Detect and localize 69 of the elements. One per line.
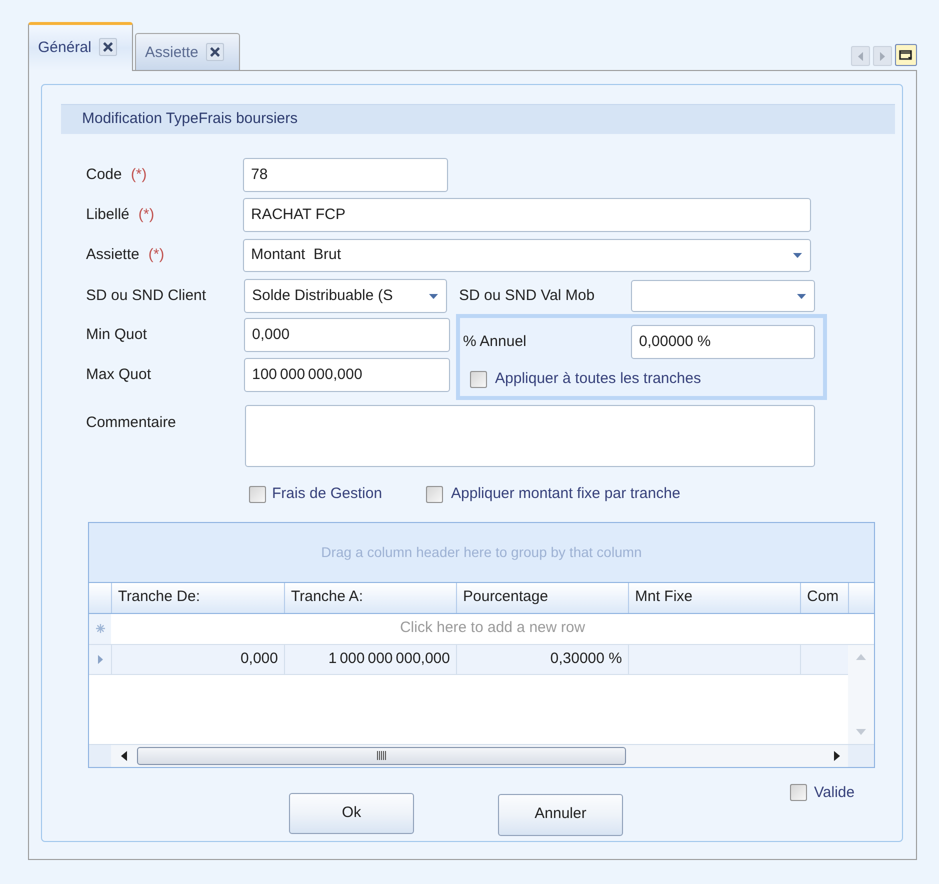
- asterisk-icon: [96, 624, 104, 633]
- close-icon: [103, 42, 114, 52]
- required-mark: (*): [138, 204, 154, 225]
- field-label: SD ou SND Client: [86, 286, 206, 306]
- checkbox[interactable]: [470, 370, 487, 388]
- caret-right-icon: [834, 750, 840, 760]
- input-field[interactable]: 0,000: [244, 318, 450, 352]
- dropdown[interactable]: [631, 280, 815, 312]
- caret-down-icon: [856, 728, 866, 734]
- input-field[interactable]: 78: [243, 158, 448, 192]
- group-hint: Drag a column header here to group by that column: [321, 542, 642, 562]
- required-mark: (*): [148, 245, 164, 266]
- close-button[interactable]: [206, 43, 224, 61]
- close-button[interactable]: [99, 38, 118, 56]
- table-cell: 0,000: [111, 644, 284, 674]
- scrollbar-corner: [89, 744, 111, 766]
- input-field[interactable]: 100 000 000,000: [244, 358, 450, 392]
- field-label: Min Quot: [86, 324, 147, 345]
- ok-button[interactable]: Ok: [289, 792, 414, 834]
- caret-left-icon: [858, 52, 863, 60]
- input-field[interactable]: RACHAT FCP: [243, 198, 811, 232]
- caret-down-icon: [429, 294, 438, 298]
- window-icon: [899, 49, 913, 61]
- cancel-button[interactable]: Annuler: [498, 794, 623, 836]
- new-row-hint: Click here to add a new row: [400, 618, 586, 638]
- field-label: Code: [86, 164, 122, 185]
- checkbox[interactable]: [249, 486, 266, 503]
- checkbox-label: Frais de Gestion: [272, 484, 382, 504]
- column-header[interactable]: Tranche De:: [111, 582, 284, 612]
- field-label: Max Quot: [86, 364, 152, 385]
- field-label: SD ou SND Val Mob: [459, 286, 595, 306]
- table-cell: 1 000 000 000,000: [284, 644, 456, 674]
- checkbox-label: Appliquer montant fixe par tranche: [451, 484, 680, 504]
- scrollbar-thumb[interactable]: [137, 746, 626, 764]
- field-label: Libellé: [86, 204, 130, 225]
- table-cell: 0,30000 %: [456, 644, 628, 674]
- previous-button[interactable]: [851, 46, 870, 66]
- dropdown[interactable]: Montant Brut: [243, 239, 811, 272]
- column-header[interactable]: Mnt Fixe: [628, 582, 800, 612]
- header-filler: [848, 582, 874, 612]
- checkbox-label: Valide: [814, 782, 855, 802]
- comment-field[interactable]: [245, 405, 815, 467]
- caret-up-icon: [856, 654, 866, 660]
- section-header: Modification TypeFrais boursiers: [61, 104, 895, 134]
- caret-down-icon: [793, 253, 802, 258]
- caret-down-icon: [797, 294, 806, 298]
- column-header[interactable]: Tranche A:: [284, 582, 456, 612]
- input-field[interactable]: 0,00000 %: [631, 325, 815, 359]
- checkbox-label: Appliquer à toutes les tranches: [495, 369, 701, 389]
- column-header[interactable]: Pourcentage: [456, 582, 628, 612]
- tab[interactable]: Assiette: [135, 33, 240, 70]
- field-label: Assiette: [86, 245, 140, 266]
- dropdown[interactable]: Solde Distribuable (S: [244, 279, 447, 313]
- vertical-scrollbar[interactable]: [848, 644, 874, 744]
- grip-icon: [377, 751, 386, 760]
- header-corner: [89, 582, 111, 612]
- window-list-button[interactable]: [895, 44, 917, 66]
- caret-left-icon: [121, 750, 127, 760]
- scrollbar-corner: [848, 744, 874, 766]
- horizontal-scrollbar[interactable]: [111, 744, 848, 766]
- field-label: % Annuel: [463, 332, 526, 352]
- caret-right-icon: [880, 52, 885, 60]
- checkbox[interactable]: [790, 784, 807, 802]
- close-icon: [210, 47, 220, 57]
- required-mark: (*): [130, 164, 147, 185]
- field-label: Commentaire: [86, 413, 176, 433]
- checkbox[interactable]: [426, 486, 443, 503]
- column-header[interactable]: Com: [800, 582, 848, 612]
- tab[interactable]: Général: [28, 22, 133, 71]
